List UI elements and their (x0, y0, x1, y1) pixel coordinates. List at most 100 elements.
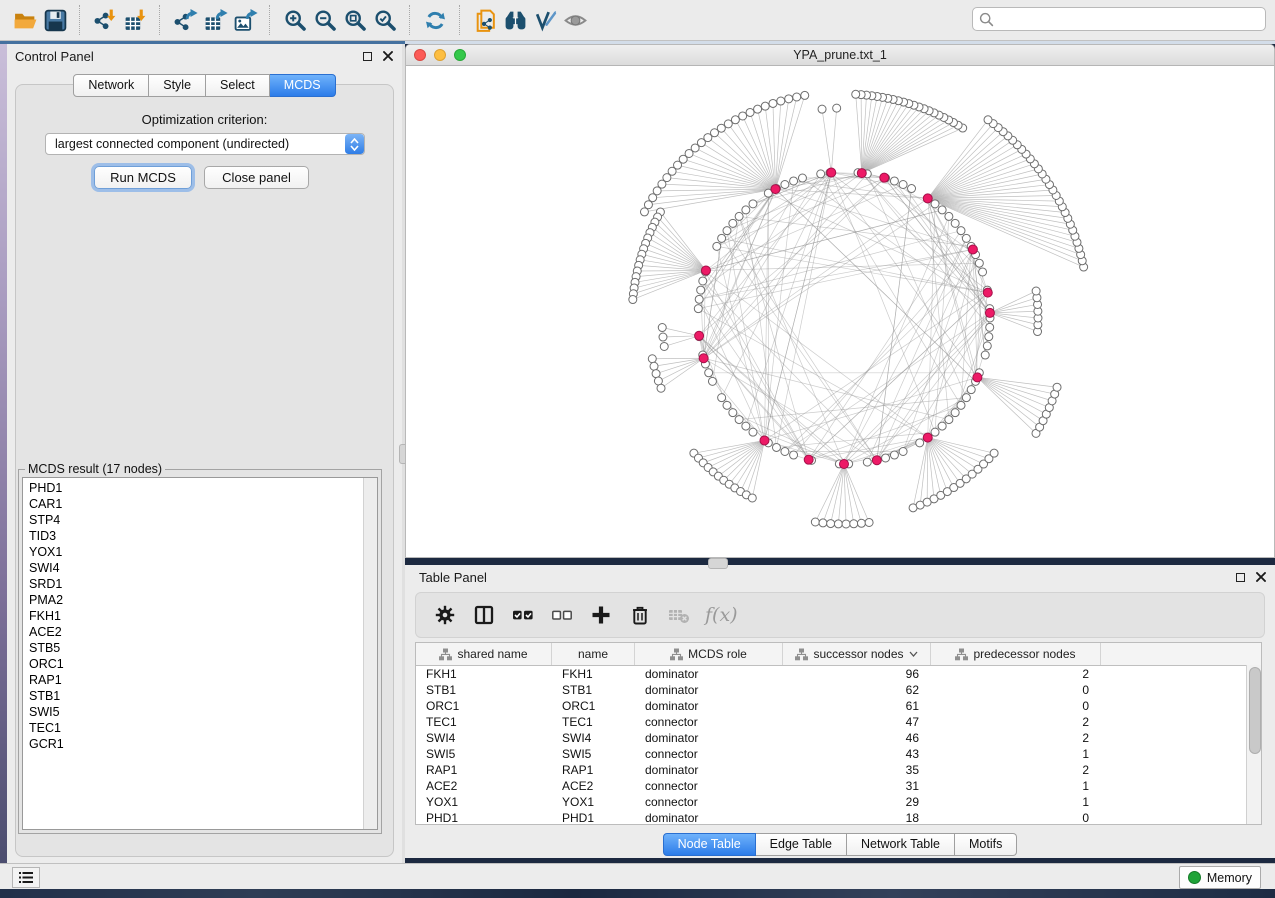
mcds-result-item[interactable]: ACE2 (23, 624, 363, 640)
mcds-node[interactable] (968, 245, 977, 254)
column-header-MCDS-role[interactable]: MCDS role (635, 643, 783, 665)
mcds-node[interactable] (973, 373, 982, 382)
delete-column-button[interactable] (623, 598, 657, 632)
mcds-list-scrollbar[interactable] (363, 478, 377, 829)
column-header-successor-nodes[interactable]: successor nodes (783, 643, 931, 665)
delete-table-disabled-button[interactable] (662, 598, 696, 632)
tab-network-table[interactable]: Network Table (847, 833, 955, 856)
zoom-fit-button[interactable] (340, 5, 370, 35)
tab-node-table[interactable]: Node Table (663, 833, 756, 856)
table-row[interactable]: STB1STB1dominator620 (416, 682, 1261, 698)
mcds-result-item[interactable]: TEC1 (23, 720, 363, 736)
export-image-button[interactable] (230, 5, 260, 35)
mcds-node[interactable] (872, 456, 881, 465)
mcds-result-item[interactable]: TID3 (23, 528, 363, 544)
mcds-result-item[interactable]: STB5 (23, 640, 363, 656)
mcds-result-item[interactable]: ORC1 (23, 656, 363, 672)
tab-mcds[interactable]: MCDS (270, 74, 336, 97)
hide-graphics-details-button[interactable] (530, 5, 560, 35)
mcds-result-item[interactable]: PHD1 (23, 480, 363, 496)
settings-button[interactable] (428, 598, 462, 632)
column-header-predecessor-nodes[interactable]: predecessor nodes (931, 643, 1101, 665)
float-panel-button[interactable] (360, 49, 374, 63)
network-view-window[interactable]: YPA_prune.txt_1 (405, 44, 1275, 558)
horizontal-splitter-grip[interactable] (708, 558, 728, 569)
table-row[interactable]: ACE2ACE2connector311 (416, 778, 1261, 794)
mcds-result-item[interactable]: PMA2 (23, 592, 363, 608)
memory-button[interactable]: Memory (1179, 866, 1261, 889)
mcds-result-item[interactable]: RAP1 (23, 672, 363, 688)
close-panel-action-button[interactable]: Close panel (204, 166, 309, 189)
mcds-result-item[interactable]: GCR1 (23, 736, 363, 752)
table-row[interactable]: PHD1PHD1dominator180 (416, 810, 1261, 825)
mcds-result-item[interactable]: YOX1 (23, 544, 363, 560)
add-column-button[interactable] (584, 598, 618, 632)
tab-network[interactable]: Network (73, 74, 149, 97)
column-header-shared-name[interactable]: shared name (416, 643, 552, 665)
mcds-node[interactable] (804, 455, 813, 464)
search-input[interactable] (994, 11, 1259, 27)
mcds-result-list[interactable]: PHD1CAR1STP4TID3YOX1SWI4SRD1PMA2FKH1ACE2… (22, 477, 378, 830)
mcds-node[interactable] (771, 185, 780, 194)
mcds-result-item[interactable]: SWI4 (23, 560, 363, 576)
mcds-node[interactable] (701, 266, 710, 275)
export-network-button[interactable] (170, 5, 200, 35)
import-network-button[interactable] (90, 5, 120, 35)
toggle-columns-button[interactable] (467, 598, 501, 632)
table-scrollbar[interactable] (1246, 665, 1261, 824)
select-all-button[interactable] (506, 598, 540, 632)
mcds-node[interactable] (983, 288, 992, 297)
new-network-from-selection-button[interactable] (470, 5, 500, 35)
table-row[interactable]: RAP1RAP1dominator352 (416, 762, 1261, 778)
panel-menu-button[interactable] (12, 867, 40, 888)
cell-predecessor-nodes: 0 (931, 698, 1101, 714)
network-graph-canvas[interactable] (406, 66, 1274, 558)
mcds-node[interactable] (923, 194, 932, 203)
table-close-panel-button[interactable] (1254, 570, 1268, 584)
table-row[interactable]: TEC1TEC1connector472 (416, 714, 1261, 730)
import-table-button[interactable] (120, 5, 150, 35)
mcds-result-item[interactable]: FKH1 (23, 608, 363, 624)
mcds-node[interactable] (760, 436, 769, 445)
table-scrollbar-thumb[interactable] (1249, 667, 1261, 754)
mcds-result-item[interactable]: CAR1 (23, 496, 363, 512)
network-window-titlebar[interactable]: YPA_prune.txt_1 (406, 45, 1274, 66)
table-row[interactable]: FKH1FKH1dominator962 (416, 666, 1261, 682)
save-button[interactable] (40, 5, 70, 35)
tab-edge-table[interactable]: Edge Table (756, 833, 847, 856)
zoom-in-button[interactable] (280, 5, 310, 35)
zoom-out-button[interactable] (310, 5, 340, 35)
table-row[interactable]: SWI5SWI5connector431 (416, 746, 1261, 762)
mcds-result-item[interactable]: STB1 (23, 688, 363, 704)
close-panel-button[interactable] (381, 49, 395, 63)
mcds-result-item[interactable]: STP4 (23, 512, 363, 528)
mcds-node[interactable] (827, 168, 836, 177)
show-graphics-details-button[interactable] (560, 5, 590, 35)
mcds-node[interactable] (985, 308, 994, 317)
tab-style[interactable]: Style (149, 74, 206, 97)
criterion-select[interactable]: largest connected component (undirected) (45, 133, 365, 155)
run-mcds-button[interactable]: Run MCDS (94, 166, 192, 189)
mcds-node[interactable] (880, 173, 889, 182)
search-network-button[interactable] (500, 5, 530, 35)
function-builder-button[interactable]: f(x) (705, 604, 738, 626)
mcds-node[interactable] (857, 169, 866, 178)
mcds-node[interactable] (695, 331, 704, 340)
table-row[interactable]: SWI4SWI4dominator462 (416, 730, 1261, 746)
refresh-button[interactable] (420, 5, 450, 35)
mcds-node[interactable] (923, 433, 932, 442)
table-row[interactable]: YOX1YOX1connector291 (416, 794, 1261, 810)
mcds-node[interactable] (699, 354, 708, 363)
table-float-panel-button[interactable] (1233, 570, 1247, 584)
mcds-result-item[interactable]: SRD1 (23, 576, 363, 592)
deselect-all-button[interactable] (545, 598, 579, 632)
zoom-selected-button[interactable] (370, 5, 400, 35)
column-header-name[interactable]: name (552, 643, 635, 665)
mcds-node[interactable] (840, 460, 849, 469)
open-folder-button[interactable] (10, 5, 40, 35)
tab-select[interactable]: Select (206, 74, 270, 97)
export-table-button[interactable] (200, 5, 230, 35)
mcds-result-item[interactable]: SWI5 (23, 704, 363, 720)
table-row[interactable]: ORC1ORC1dominator610 (416, 698, 1261, 714)
tab-motifs[interactable]: Motifs (955, 833, 1017, 856)
